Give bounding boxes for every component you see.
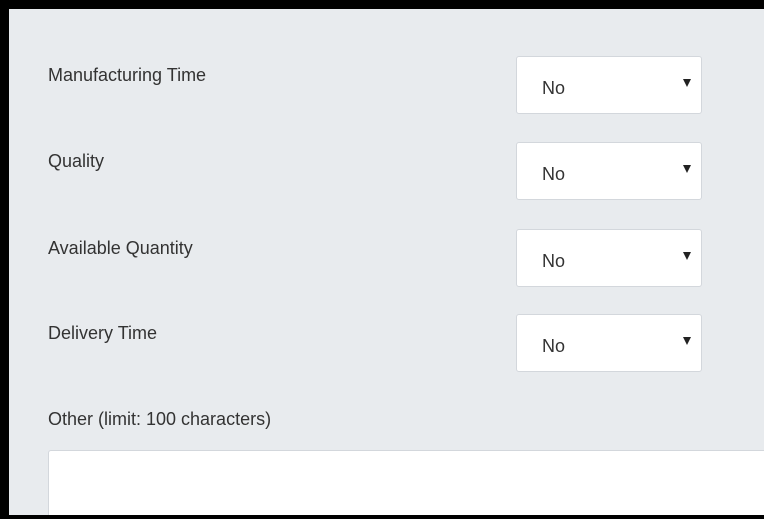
available-quantity-value: No — [542, 251, 566, 271]
delivery-time-select[interactable]: No — [516, 314, 702, 372]
caret-down-icon — [683, 165, 691, 173]
quality-value: No — [542, 164, 566, 184]
caret-down-icon — [683, 79, 691, 87]
quality-label: Quality — [48, 151, 105, 171]
quality-select[interactable]: No — [516, 142, 702, 200]
form-frame: Manufacturing Time No Quality No Availab… — [0, 0, 764, 519]
caret-down-icon — [683, 337, 691, 345]
delivery-time-value: No — [542, 336, 566, 356]
other-textarea[interactable] — [48, 450, 764, 515]
manufacturing-time-select[interactable]: No — [516, 56, 702, 114]
manufacturing-time-label: Manufacturing Time — [48, 65, 207, 85]
other-label: Other (limit: 100 characters) — [48, 409, 272, 429]
available-quantity-label: Available Quantity — [48, 238, 193, 258]
available-quantity-select[interactable]: No — [516, 229, 702, 287]
criteria-form: Manufacturing Time No Quality No Availab… — [9, 9, 764, 515]
manufacturing-time-value: No — [542, 78, 566, 98]
caret-down-icon — [683, 252, 691, 260]
delivery-time-label: Delivery Time — [48, 323, 158, 343]
